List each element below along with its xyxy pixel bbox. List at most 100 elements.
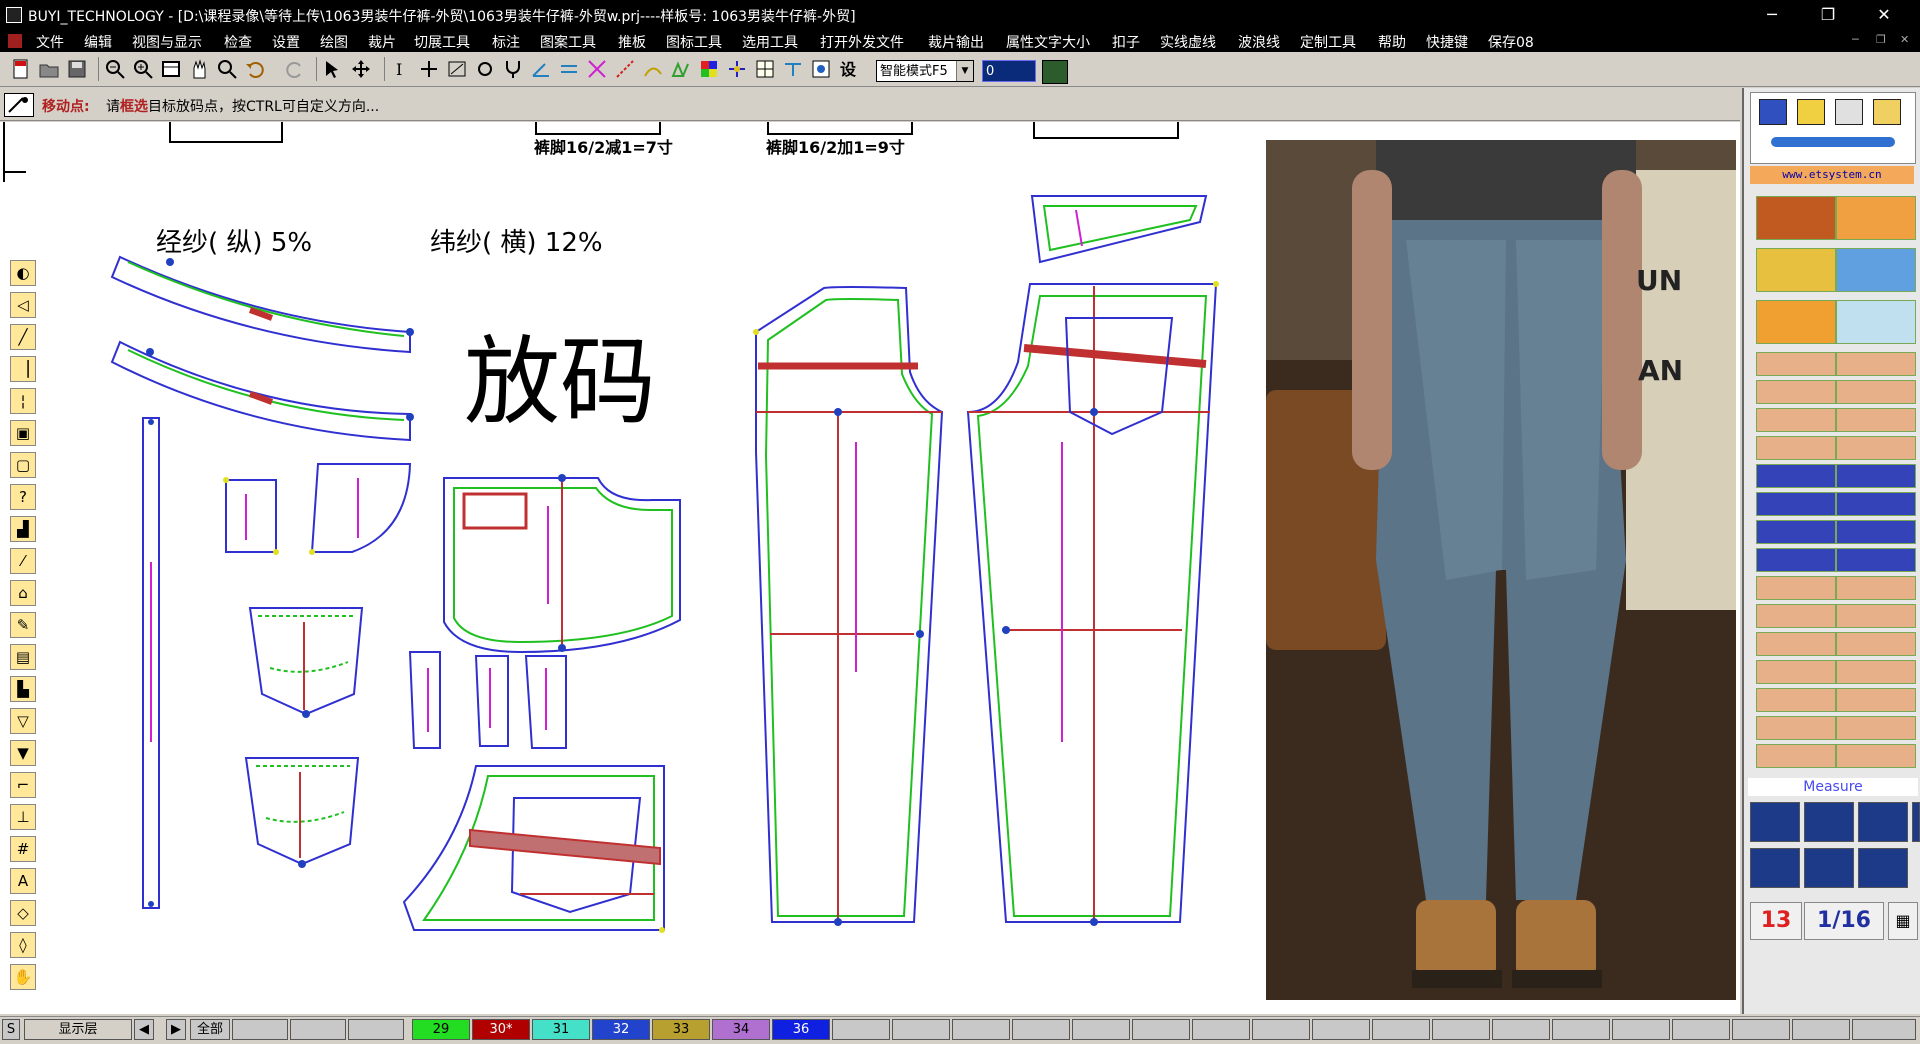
panel-tool-28[interactable] (1836, 632, 1916, 656)
layer-slot-empty[interactable] (1492, 1019, 1550, 1040)
close-button[interactable]: ✕ (1856, 0, 1912, 30)
tool-boot-icon[interactable]: ▟ (10, 516, 36, 542)
menu-annotate[interactable]: 标注 (492, 32, 520, 52)
panel-tool-33[interactable] (1756, 716, 1836, 740)
layer-slot-empty[interactable] (348, 1019, 404, 1040)
fit-page-icon[interactable] (160, 58, 182, 80)
snap-icon[interactable] (726, 58, 748, 80)
counter-display[interactable]: 13 (1750, 902, 1802, 940)
layer-slot-empty[interactable] (1312, 1019, 1370, 1040)
panel-tool-36[interactable] (1836, 744, 1916, 768)
panel-tool-14[interactable] (1836, 436, 1916, 460)
menu-pattern-tools[interactable]: 图案工具 (540, 32, 596, 52)
mdi-restore-icon[interactable]: ❐ (1876, 33, 1886, 46)
menu-edit[interactable]: 编辑 (84, 32, 112, 52)
panel-tool-7[interactable] (1756, 352, 1836, 376)
menu-view[interactable]: 视图与显示 (132, 32, 202, 52)
tool-knife-icon[interactable]: ✎ (10, 612, 36, 638)
mdi-close-icon[interactable]: ✕ (1900, 33, 1909, 46)
layer-prev-button[interactable]: ◀ (134, 1019, 154, 1040)
confirm-value-icon[interactable] (1042, 60, 1068, 84)
panel-view-icon[interactable] (1759, 99, 1787, 125)
layer-slot-empty[interactable] (1552, 1019, 1610, 1040)
panel-tool-18[interactable] (1836, 492, 1916, 516)
layer-slot-empty[interactable] (832, 1019, 890, 1040)
panel-tool-17[interactable] (1756, 492, 1836, 516)
grid-icon[interactable] (754, 58, 776, 80)
panel-tool-13[interactable] (1756, 436, 1836, 460)
angle-line-icon[interactable] (530, 58, 552, 80)
open-file-icon[interactable] (38, 58, 60, 80)
panel-tool-23[interactable] (1756, 576, 1836, 600)
menu-file[interactable]: 文件 (36, 32, 64, 52)
color-palette-icon[interactable] (698, 58, 720, 80)
layer-slot-empty[interactable] (1132, 1019, 1190, 1040)
tool-divide-icon[interactable]: ¦ (10, 388, 36, 414)
menu-attr-text-size[interactable]: 属性文字大小 (1006, 32, 1090, 52)
display-layer-select[interactable]: 显示层 (24, 1019, 132, 1040)
panel-tool-3[interactable] (1756, 248, 1836, 292)
layer-slot-empty[interactable] (290, 1019, 346, 1040)
panel-tool-20[interactable] (1836, 520, 1916, 544)
settings-char-icon[interactable]: 设 (838, 58, 860, 80)
zoom-out-icon[interactable] (104, 58, 126, 80)
tool-align-icon[interactable]: ⊥ (10, 804, 36, 830)
panel-tool-8[interactable] (1836, 352, 1916, 376)
tool-rectangle-icon[interactable]: ▣ (10, 420, 36, 446)
menu-grading[interactable]: 推板 (618, 32, 646, 52)
size-33[interactable]: 33 (652, 1019, 710, 1040)
layer-slot-empty[interactable] (1792, 1019, 1850, 1040)
layer-slot-empty[interactable] (1432, 1019, 1490, 1040)
size-31[interactable]: 31 (532, 1019, 590, 1040)
layer-all-button[interactable]: 全部 (190, 1019, 230, 1040)
chevron-down-icon[interactable]: ▼ (956, 61, 973, 81)
measure-scroll[interactable] (1912, 802, 1920, 842)
image-icon[interactable] (810, 58, 832, 80)
tool-ruler-icon[interactable]: ▕ (10, 356, 36, 382)
layer-slot-empty[interactable] (232, 1019, 288, 1040)
measure-curve-icon[interactable] (642, 58, 664, 80)
panel-tool-6[interactable] (1836, 300, 1916, 344)
redo-icon[interactable] (284, 58, 306, 80)
tool-line-icon[interactable]: ╱ (10, 324, 36, 350)
fork-icon[interactable] (502, 58, 524, 80)
layer-slot-empty[interactable] (892, 1019, 950, 1040)
menu-custom-tools[interactable]: 定制工具 (1300, 32, 1356, 52)
panel-tool-35[interactable] (1756, 744, 1836, 768)
restore-button[interactable]: ❐ (1800, 0, 1856, 30)
panel-tool-11[interactable] (1756, 408, 1836, 432)
tool-save-piece-icon[interactable]: ▤ (10, 644, 36, 670)
panel-printer-icon[interactable] (1873, 99, 1901, 125)
text-cursor-icon[interactable]: I (390, 58, 412, 80)
fraction-display[interactable]: 1/16 (1804, 902, 1884, 940)
tool-grid-icon[interactable]: # (10, 836, 36, 862)
panel-tool-16[interactable] (1836, 464, 1916, 488)
panel-tool-10[interactable] (1836, 380, 1916, 404)
notch-icon[interactable] (782, 58, 804, 80)
menu-buttons[interactable]: 扣子 (1112, 32, 1140, 52)
menu-icon-tools[interactable]: 图标工具 (666, 32, 722, 52)
measure-curve-icon[interactable] (1858, 802, 1908, 842)
layer-slot-empty[interactable] (1852, 1019, 1916, 1040)
panel-tool-4[interactable] (1836, 248, 1916, 292)
panel-tool-26[interactable] (1836, 604, 1916, 628)
mode-select[interactable]: 智能模式F5 ▼ (876, 60, 974, 82)
panel-tool-15[interactable] (1756, 464, 1836, 488)
value-input[interactable]: 0 (982, 60, 1036, 82)
tool-funnel-icon[interactable]: ▽ (10, 708, 36, 734)
drawing-canvas[interactable]: 裤脚16/2减1=7寸 裤脚16/2加1=9寸 经纱( 纵) 5% 纬纱( 横)… (0, 122, 1740, 1014)
zoom-window-icon[interactable] (216, 58, 238, 80)
layer-slot-empty[interactable] (952, 1019, 1010, 1040)
save-icon[interactable] (66, 58, 88, 80)
website-link[interactable]: www.etsystem.cn (1750, 166, 1914, 184)
panel-tool-34[interactable] (1836, 716, 1916, 740)
menu-line-style[interactable]: 实线虚线 (1160, 32, 1216, 52)
menu-save08[interactable]: 保存08 (1488, 32, 1534, 52)
panel-tool-19[interactable] (1756, 520, 1836, 544)
cross-line-icon[interactable] (586, 58, 608, 80)
pan-hand-icon[interactable] (188, 58, 210, 80)
menu-draw[interactable]: 绘图 (320, 32, 348, 52)
measure-segment-icon[interactable] (1750, 848, 1800, 888)
panel-tool-22[interactable] (1836, 548, 1916, 572)
layer-slot-empty[interactable] (1372, 1019, 1430, 1040)
